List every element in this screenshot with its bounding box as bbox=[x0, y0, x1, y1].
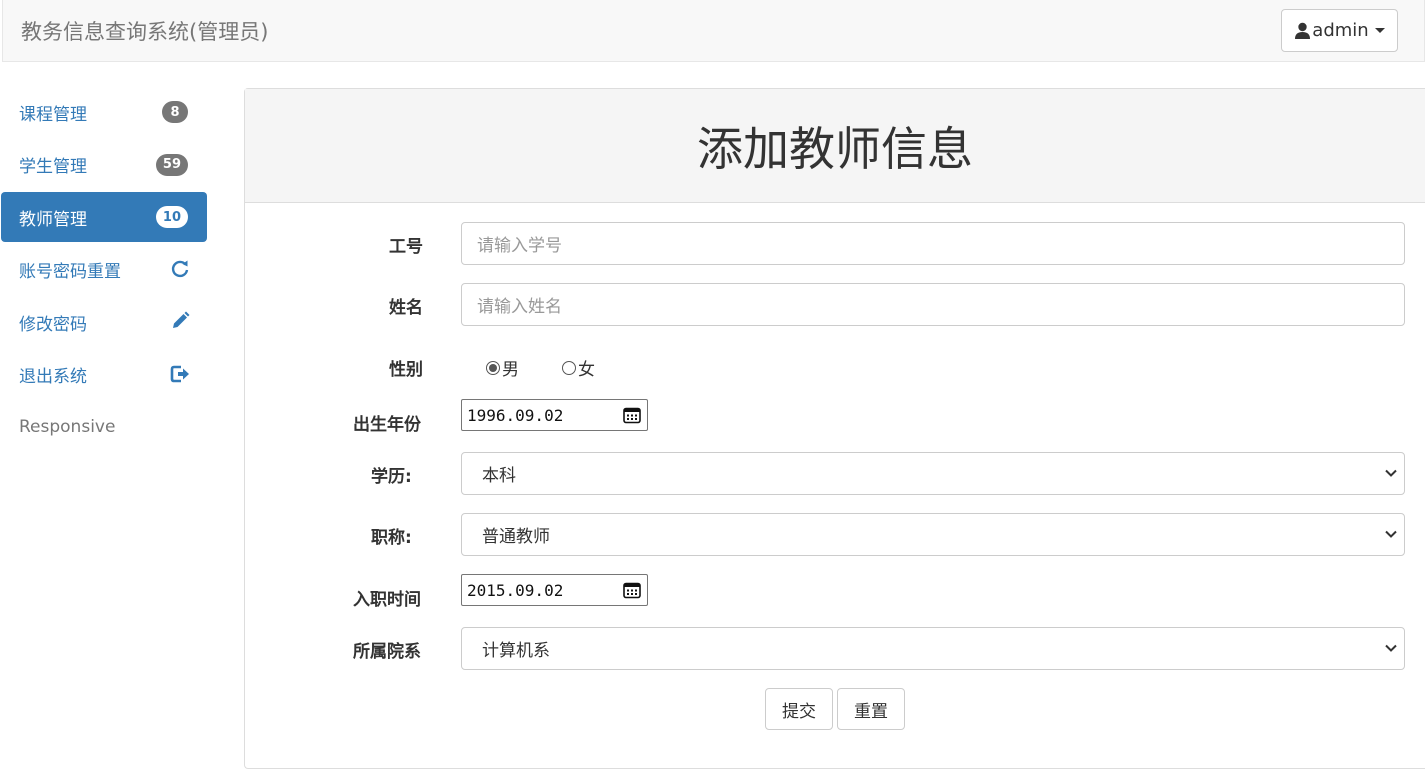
gender-radio-female[interactable]: 女 bbox=[562, 355, 595, 380]
submit-button[interactable]: 提交 bbox=[765, 688, 833, 730]
hire-date-input[interactable]: 2015.09.02 bbox=[461, 574, 648, 606]
sidebar-item-label: 退出系统 bbox=[19, 367, 87, 387]
select-value: 普通教师 bbox=[482, 527, 550, 547]
birth-label: 出生年份 bbox=[353, 415, 421, 435]
select-value: 计算机系 bbox=[482, 641, 550, 661]
radio-label: 男 bbox=[502, 360, 519, 380]
degree-label: 学历: bbox=[371, 467, 412, 487]
sidebar-item-student[interactable]: 学生管理 59 bbox=[1, 140, 207, 190]
user-icon bbox=[1295, 22, 1311, 39]
select-value: 本科 bbox=[482, 466, 516, 486]
sidebar-item-label: 教师管理 bbox=[19, 209, 87, 230]
chevron-down-icon bbox=[1385, 530, 1397, 538]
pencil-icon bbox=[173, 311, 190, 328]
gender-label: 性别 bbox=[389, 360, 423, 380]
top-navbar: 教务信息查询系统(管理员) admin bbox=[2, 0, 1425, 62]
calendar-icon[interactable] bbox=[623, 581, 641, 599]
count-badge: 8 bbox=[162, 101, 188, 123]
sidebar-nav: 课程管理 8 学生管理 59 教师管理 10 账号密码重置 修改密码 退出系统 … bbox=[1, 87, 207, 452]
sidebar-item-label: 学生管理 bbox=[19, 157, 87, 177]
name-input[interactable]: 请输入姓名 bbox=[461, 283, 1405, 326]
date-value: 2015.09.02 bbox=[467, 580, 564, 600]
sidebar-item-label: 账号密码重置 bbox=[19, 262, 121, 282]
count-badge: 10 bbox=[155, 206, 188, 228]
date-value: 1996.09.02 bbox=[467, 405, 564, 425]
gender-radio-male[interactable]: 男 bbox=[486, 355, 519, 380]
sidebar-item-logout[interactable]: 退出系统 bbox=[1, 350, 207, 400]
degree-select[interactable]: 本科 bbox=[461, 452, 1405, 495]
id-label: 工号 bbox=[389, 237, 423, 257]
sidebar-item-label: 课程管理 bbox=[19, 104, 87, 125]
sidebar-item-teacher[interactable]: 教师管理 10 bbox=[1, 192, 207, 242]
user-menu-button[interactable]: admin bbox=[1281, 9, 1398, 52]
logout-icon bbox=[170, 365, 189, 382]
radio-label: 女 bbox=[578, 360, 595, 380]
chevron-down-icon bbox=[1385, 644, 1397, 652]
add-teacher-panel: 添加教师信息 工号 请输入学号 姓名 请输入姓名 性别 男 女 出生年份 199… bbox=[244, 88, 1425, 769]
radio-checked-icon bbox=[486, 360, 500, 375]
page-title: 添加教师信息 bbox=[245, 89, 1425, 203]
sidebar-item-reset-password[interactable]: 账号密码重置 bbox=[1, 245, 207, 295]
department-label: 所属院系 bbox=[353, 642, 421, 662]
user-label: admin bbox=[1312, 20, 1369, 41]
refresh-icon bbox=[171, 260, 189, 277]
sidebar-item-course[interactable]: 课程管理 8 bbox=[1, 87, 207, 137]
sidebar-footer-text: Responsive bbox=[19, 417, 116, 437]
radio-unchecked-icon bbox=[562, 360, 576, 375]
caret-down-icon bbox=[1374, 28, 1385, 33]
department-select[interactable]: 计算机系 bbox=[461, 627, 1405, 670]
job-title-label: 职称: bbox=[371, 528, 412, 548]
name-label: 姓名 bbox=[389, 298, 423, 318]
reset-button[interactable]: 重置 bbox=[837, 688, 905, 730]
job-title-select[interactable]: 普通教师 bbox=[461, 513, 1405, 556]
app-brand[interactable]: 教务信息查询系统(管理员) bbox=[21, 16, 268, 46]
count-badge: 59 bbox=[155, 153, 188, 176]
chevron-down-icon bbox=[1385, 469, 1397, 477]
teacher-id-input[interactable]: 请输入学号 bbox=[461, 222, 1405, 265]
sidebar-item-change-password[interactable]: 修改密码 bbox=[1, 297, 207, 347]
birth-date-input[interactable]: 1996.09.02 bbox=[461, 399, 648, 431]
sidebar-item-label: 修改密码 bbox=[19, 314, 87, 335]
hire-date-label: 入职时间 bbox=[353, 590, 421, 610]
calendar-icon[interactable] bbox=[623, 406, 641, 424]
